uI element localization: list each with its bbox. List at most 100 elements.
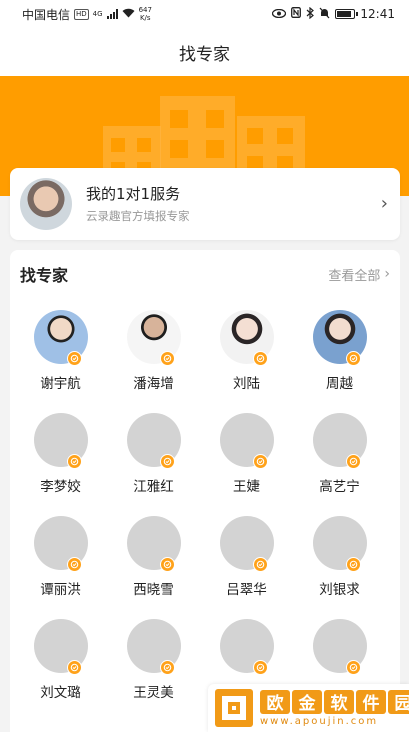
- expert-item[interactable]: 王婕: [200, 401, 293, 504]
- experts-header: 找专家 查看全部 ›: [10, 250, 400, 298]
- expert-avatar-wrap: [219, 619, 274, 675]
- expert-avatar-wrap: [126, 310, 181, 366]
- expert-item[interactable]: 刘文璐: [14, 607, 107, 710]
- expert-item[interactable]: 吕翠华: [200, 504, 293, 607]
- verified-badge-icon: [345, 557, 361, 572]
- expert-avatar-wrap: [312, 413, 367, 469]
- expert-avatar-wrap: [126, 413, 181, 469]
- hd-badge: HD: [74, 8, 89, 20]
- experts-grid: 谢宇航潘海增刘陆周越李梦姣江雅红王婕高艺宁谭丽洪西晓雪吕翠华刘银求刘文璐王灵美彭…: [10, 298, 400, 710]
- chevron-right-icon: ›: [380, 193, 388, 214]
- expert-name: 吕翠华: [226, 582, 267, 598]
- expert-name: 周越: [326, 376, 353, 392]
- service-text: 我的1对1服务 云录趣官方填报专家: [86, 184, 381, 224]
- expert-avatar-wrap: [33, 619, 88, 675]
- expert-item[interactable]: 江雅红: [107, 401, 200, 504]
- expert-name: 刘文璐: [40, 685, 81, 701]
- carrier-label: 中国电信: [22, 7, 71, 22]
- expert-avatar-wrap: [312, 310, 367, 366]
- watermark-char: 园: [388, 689, 409, 714]
- nfc-icon: [291, 7, 302, 21]
- watermark-chars: 欧金软件园: [260, 689, 409, 714]
- verified-badge-icon: [159, 557, 175, 572]
- expert-avatar-wrap: [126, 516, 181, 572]
- verified-badge-icon: [159, 454, 175, 469]
- expert-name: 刘银求: [319, 582, 360, 598]
- verified-badge-icon: [345, 660, 361, 675]
- clock: 12:41: [360, 7, 395, 21]
- expert-name: 谭丽洪: [40, 582, 81, 598]
- verified-badge-icon: [252, 351, 268, 366]
- verified-badge-icon: [345, 351, 361, 366]
- expert-avatar-wrap: [126, 619, 181, 675]
- expert-item[interactable]: 李梦姣: [14, 401, 107, 504]
- expert-item[interactable]: 刘陆: [200, 298, 293, 401]
- speed-unit: K/s: [139, 14, 151, 22]
- mute-bell-icon: [319, 7, 330, 22]
- service-subtitle: 云录趣官方填报专家: [86, 209, 190, 223]
- expert-item[interactable]: 王灵美: [107, 607, 200, 710]
- title-bar: 找专家: [0, 28, 409, 76]
- watermark-url: www.apoujin.com: [260, 715, 379, 727]
- watermark-char: 件: [356, 689, 386, 714]
- service-avatar: [20, 178, 72, 230]
- verified-badge-icon: [252, 454, 268, 469]
- view-all-link[interactable]: 查看全部 ›: [328, 265, 390, 284]
- battery-fill: [337, 11, 351, 17]
- chevron-right-icon: ›: [384, 266, 390, 282]
- network-speed: 647 K/s: [139, 6, 152, 22]
- expert-avatar-wrap: [33, 413, 88, 469]
- watermark-char: 金: [292, 689, 322, 714]
- verified-badge-icon: [345, 454, 361, 469]
- expert-name: 谢宇航: [40, 376, 81, 392]
- experts-section-title: 找专家: [20, 266, 69, 285]
- signal-icon: [106, 9, 118, 19]
- expert-avatar-wrap: [312, 619, 367, 675]
- battery-icon: [335, 9, 359, 19]
- expert-item[interactable]: 西晓雪: [107, 504, 200, 607]
- expert-name: 李梦姣: [40, 479, 81, 495]
- one-on-one-service-card[interactable]: 我的1对1服务 云录趣官方填报专家 ›: [10, 168, 400, 240]
- expert-name: 王灵美: [133, 685, 174, 701]
- service-title: 我的1对1服务: [86, 185, 181, 203]
- verified-badge-icon: [159, 351, 175, 366]
- expert-name: 江雅红: [133, 479, 174, 495]
- expert-item[interactable]: 周越: [293, 298, 386, 401]
- verified-badge-icon: [66, 660, 82, 675]
- watermark-text: 欧金软件园 www.apoujin.com: [260, 689, 409, 727]
- page-title: 找专家: [179, 44, 230, 65]
- expert-avatar-wrap: [219, 413, 274, 469]
- expert-avatar-wrap: [219, 310, 274, 366]
- expert-avatar-wrap: [219, 516, 274, 572]
- expert-item[interactable]: 潘海增: [107, 298, 200, 401]
- watermark-char: 欧: [260, 689, 290, 714]
- expert-avatar-wrap: [33, 310, 88, 366]
- verified-badge-icon: [252, 557, 268, 572]
- verified-badge-icon: [159, 660, 175, 675]
- expert-name: 潘海增: [133, 376, 174, 392]
- eye-icon: [272, 8, 287, 21]
- network-label: 4G: [92, 10, 103, 18]
- verified-badge-icon: [252, 660, 268, 675]
- watermark: 欧金软件园 www.apoujin.com: [208, 684, 409, 732]
- expert-name: 刘陆: [233, 376, 260, 392]
- bluetooth-icon: [306, 6, 315, 22]
- expert-name: 高艺宁: [319, 479, 360, 495]
- expert-item[interactable]: 谢宇航: [14, 298, 107, 401]
- view-all-label: 查看全部: [328, 268, 381, 284]
- watermark-char: 软: [324, 689, 354, 714]
- expert-name: 西晓雪: [133, 582, 174, 598]
- expert-item[interactable]: 高艺宁: [293, 401, 386, 504]
- watermark-logo: [215, 689, 253, 727]
- expert-name: 王婕: [233, 479, 260, 495]
- expert-avatar-wrap: [312, 516, 367, 572]
- expert-item[interactable]: 谭丽洪: [14, 504, 107, 607]
- expert-item[interactable]: 刘银求: [293, 504, 386, 607]
- verified-badge-icon: [66, 454, 82, 469]
- verified-badge-icon: [66, 351, 82, 366]
- experts-section: 找专家 查看全部 › 谢宇航 潘海增 刘陆 周越李梦姣 江雅红 王婕 高艺宁谭丽洪 西晓雪 吕翠…: [10, 250, 400, 732]
- wifi-icon: [122, 8, 135, 21]
- status-bar: 中国电信 HD 4G 647 K/s 12:41: [0, 0, 409, 28]
- expert-avatar-wrap: [33, 516, 88, 572]
- verified-badge-icon: [66, 557, 82, 572]
